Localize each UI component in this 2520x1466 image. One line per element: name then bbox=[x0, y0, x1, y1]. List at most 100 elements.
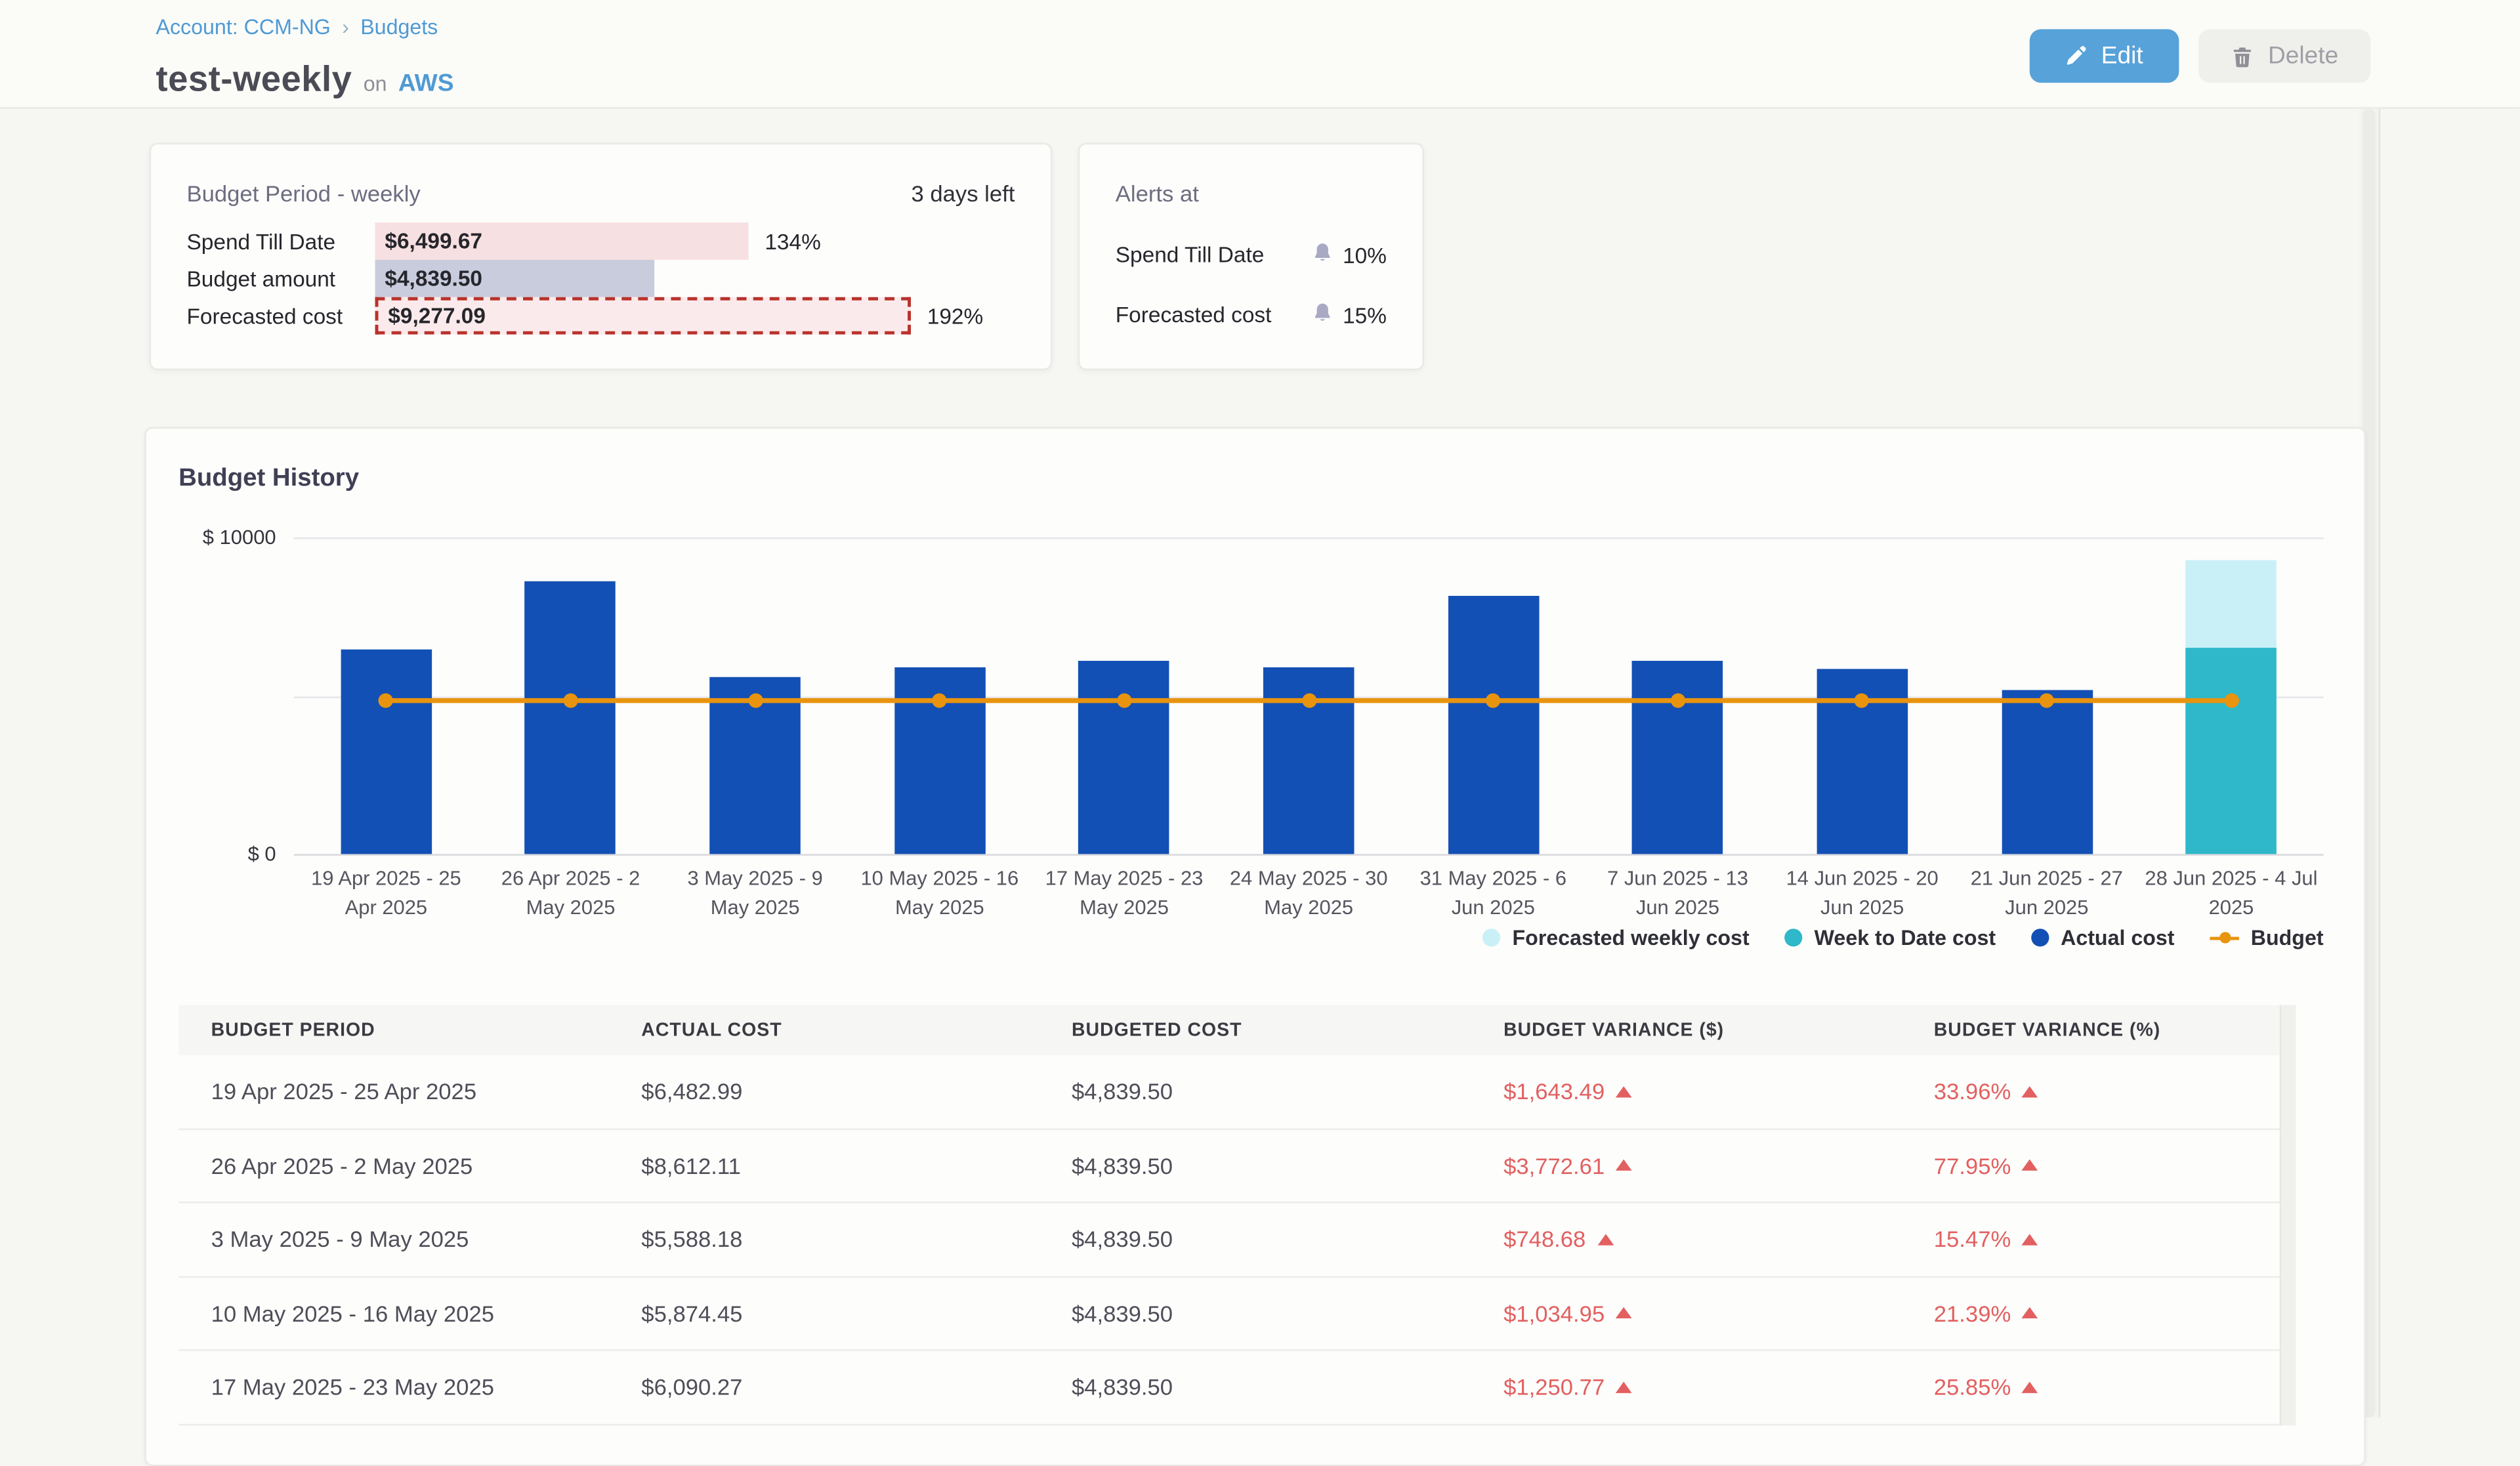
legend-marker-circle bbox=[2032, 929, 2049, 946]
page-title-on: on bbox=[364, 72, 387, 96]
legend-label: Budget bbox=[2251, 925, 2324, 950]
title-row: test-weekly on AWS bbox=[156, 58, 454, 100]
table-column-header: BUDGETED COST bbox=[1072, 1020, 1503, 1040]
alert-row: Forecasted cost 15% bbox=[1080, 299, 1422, 331]
table-column-header: BUDGET VARIANCE (%) bbox=[1934, 1020, 2283, 1040]
bar-actual-cost[interactable] bbox=[1632, 661, 1723, 854]
table-row[interactable]: 10 May 2025 - 16 May 2025$5,874.45$4,839… bbox=[178, 1277, 2283, 1351]
bar-actual-cost[interactable] bbox=[525, 581, 616, 854]
cell-budget-period: 3 May 2025 - 9 May 2025 bbox=[211, 1226, 642, 1253]
table-column-header: BUDGET VARIANCE ($) bbox=[1503, 1020, 1934, 1040]
days-left-label: 3 days left bbox=[911, 180, 1015, 207]
budget-period-row-value: $4,839.50 bbox=[375, 266, 482, 291]
cell-actual-cost: $5,874.45 bbox=[641, 1300, 1072, 1326]
x-axis-category-label: 19 Apr 2025 - 25 Apr 2025 bbox=[297, 864, 475, 923]
triangle-up-icon bbox=[1616, 1307, 1633, 1318]
cell-budget-variance-usd: $748.68 bbox=[1503, 1226, 1934, 1253]
alert-row-label: Spend Till Date bbox=[1116, 243, 1265, 267]
bar-actual-cost[interactable] bbox=[2002, 690, 2093, 854]
bar-actual-cost[interactable] bbox=[341, 649, 432, 854]
triangle-up-icon bbox=[2023, 1160, 2039, 1171]
breadcrumb-budgets-link[interactable]: Budgets bbox=[360, 14, 438, 39]
x-axis-category-label: 26 Apr 2025 - 2 May 2025 bbox=[481, 864, 660, 923]
cell-budgeted-cost: $4,839.50 bbox=[1072, 1078, 1503, 1104]
cell-budget-variance-pct: 21.39% bbox=[1934, 1300, 2283, 1326]
x-axis-category-label: 14 Jun 2025 - 20 Jun 2025 bbox=[1773, 864, 1952, 923]
chart-x-axis bbox=[294, 854, 2324, 855]
edit-button[interactable]: Edit bbox=[2030, 30, 2179, 83]
legend-item-actual-cost[interactable]: Actual cost bbox=[2032, 925, 2175, 950]
table-header-row: BUDGET PERIODACTUAL COSTBUDGETED COSTBUD… bbox=[178, 1005, 2283, 1056]
cell-budget-period: 10 May 2025 - 16 May 2025 bbox=[211, 1300, 642, 1326]
x-axis-category-label: 17 May 2025 - 23 May 2025 bbox=[1035, 864, 1213, 923]
budget-period-row-percent: 134% bbox=[765, 229, 820, 253]
bar-actual-cost[interactable] bbox=[1079, 661, 1170, 854]
bar-week-to-date-cost[interactable] bbox=[2186, 648, 2277, 854]
bell-icon bbox=[1312, 242, 1333, 268]
cell-budget-period: 19 Apr 2025 - 25 Apr 2025 bbox=[211, 1078, 642, 1104]
legend-item-forecasted-weekly-cost[interactable]: Forecasted weekly cost bbox=[1483, 925, 1750, 950]
legend-label: Forecasted weekly cost bbox=[1513, 925, 1750, 950]
budget-period-row: Budget amount $4,839.50 bbox=[151, 260, 1051, 297]
budget-period-row-label: Budget amount bbox=[187, 266, 336, 291]
table-row[interactable]: 17 May 2025 - 23 May 2025$6,090.27$4,839… bbox=[178, 1351, 2283, 1425]
x-axis-category-label: 10 May 2025 - 16 May 2025 bbox=[850, 864, 1029, 923]
budget-period-row-label: Spend Till Date bbox=[187, 229, 336, 253]
cell-actual-cost: $8,612.11 bbox=[641, 1152, 1072, 1179]
cell-budget-variance-pct: 77.95% bbox=[1934, 1152, 2283, 1179]
delete-button-label: Delete bbox=[2268, 42, 2338, 70]
legend-item-week-to-date-cost[interactable]: Week to Date cost bbox=[1785, 925, 1996, 950]
edit-button-label: Edit bbox=[2101, 42, 2143, 70]
budget-line-point[interactable] bbox=[563, 694, 578, 708]
budget-history-title: Budget History bbox=[178, 465, 359, 494]
x-axis-category-label: 7 Jun 2025 - 13 Jun 2025 bbox=[1588, 864, 1767, 923]
cell-budget-period: 26 Apr 2025 - 2 May 2025 bbox=[211, 1152, 642, 1179]
legend-item-budget[interactable]: Budget bbox=[2210, 925, 2324, 950]
table-row[interactable]: 26 Apr 2025 - 2 May 2025$8,612.11$4,839.… bbox=[178, 1129, 2283, 1204]
table-scrollbar[interactable] bbox=[2280, 1005, 2296, 1425]
cell-actual-cost: $6,482.99 bbox=[641, 1078, 1072, 1104]
triangle-up-icon bbox=[1616, 1086, 1633, 1097]
table-body: 19 Apr 2025 - 25 Apr 2025$6,482.99$4,839… bbox=[178, 1055, 2283, 1425]
chart-legend: Forecasted weekly cost Week to Date cost A… bbox=[294, 925, 2324, 950]
budget-period-card: Budget Period - weekly 3 days left Spend… bbox=[150, 143, 1053, 370]
budget-period-row-label: Forecasted cost bbox=[187, 304, 343, 328]
cell-budget-variance-usd: $1,034.95 bbox=[1503, 1300, 1934, 1326]
alert-row-value: 15% bbox=[1312, 302, 1387, 328]
cell-actual-cost: $5,588.18 bbox=[641, 1226, 1072, 1253]
budget-period-row: Forecasted cost$9,277.09192% bbox=[151, 297, 1051, 335]
alert-row: Spend Till Date10% bbox=[1080, 239, 1422, 271]
budget-history-table: BUDGET PERIODACTUAL COSTBUDGETED COSTBUD… bbox=[178, 1005, 2283, 1425]
alerts-card: Alerts at Spend Till Date10%Forecasted c… bbox=[1078, 143, 1424, 370]
cell-budget-variance-pct: 33.96% bbox=[1934, 1078, 2283, 1104]
x-axis-category-label: 24 May 2025 - 30 May 2025 bbox=[1219, 864, 1398, 923]
budget-period-row: Spend Till Date $6,499.67 134% bbox=[151, 222, 1051, 260]
cell-budgeted-cost: $4,839.50 bbox=[1072, 1300, 1503, 1326]
alert-percent: 15% bbox=[1343, 303, 1387, 327]
triangle-up-icon bbox=[2023, 1381, 2039, 1393]
triangle-up-icon bbox=[2023, 1086, 2039, 1097]
delete-button[interactable]: Delete bbox=[2198, 30, 2370, 83]
budget-line-point[interactable] bbox=[1670, 694, 1685, 708]
budget-period-spend-bar: $6,499.67 bbox=[375, 222, 749, 260]
bar-actual-cost[interactable] bbox=[1448, 597, 1539, 854]
budget-history-card: Budget History $ 10000$ 019 Apr 2025 - 2… bbox=[144, 427, 2366, 1466]
chevron-right-icon: › bbox=[342, 14, 349, 39]
breadcrumb: Account: CCM-NG › Budgets bbox=[156, 14, 438, 39]
page-header: Account: CCM-NG › Budgets test-weekly on… bbox=[0, 0, 2520, 109]
y-axis-tick-label: $ 0 bbox=[156, 843, 276, 866]
x-axis-category-label: 31 May 2025 - 6 Jun 2025 bbox=[1404, 864, 1582, 923]
budget-line-point[interactable] bbox=[1117, 694, 1131, 708]
cell-budget-variance-pct: 15.47% bbox=[1934, 1226, 2283, 1253]
triangle-up-icon bbox=[2023, 1307, 2039, 1318]
budget-period-card-title: Budget Period - weekly bbox=[187, 180, 421, 207]
pencil-icon bbox=[2065, 45, 2086, 66]
budget-line-point[interactable] bbox=[2224, 694, 2238, 708]
cell-budget-variance-usd: $1,250.77 bbox=[1503, 1374, 1934, 1400]
triangle-up-icon bbox=[1616, 1160, 1633, 1171]
table-row[interactable]: 3 May 2025 - 9 May 2025$5,588.18$4,839.5… bbox=[178, 1203, 2283, 1277]
alert-row-label: Forecasted cost bbox=[1116, 303, 1272, 327]
x-axis-category-label: 21 Jun 2025 - 27 Jun 2025 bbox=[1958, 864, 2136, 923]
table-row[interactable]: 19 Apr 2025 - 25 Apr 2025$6,482.99$4,839… bbox=[178, 1055, 2283, 1129]
breadcrumb-account-link[interactable]: Account: CCM-NG bbox=[156, 14, 331, 39]
